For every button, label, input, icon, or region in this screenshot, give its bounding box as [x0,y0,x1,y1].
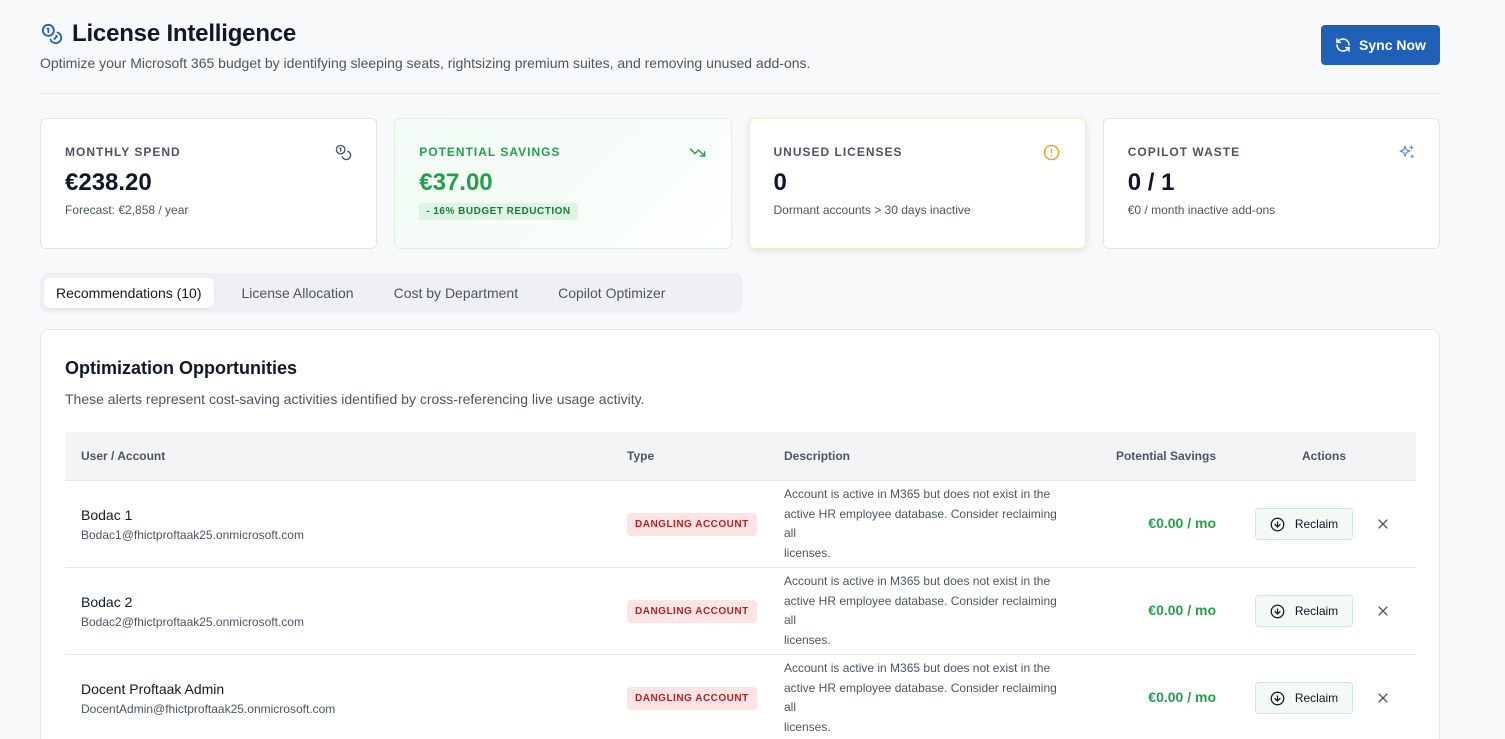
savings-cell: €0.00 / mo [1072,515,1232,533]
description-cell: Account is active in M365 but does not e… [768,572,1072,650]
description-line: active HR employee database. Consider re… [784,506,1057,541]
column-header-user: User / Account [81,449,166,463]
arrow-down-circle-icon [1270,604,1285,619]
kpi-subtext: Dormant accounts > 30 days inactive [773,203,971,217]
arrow-down-circle-icon [1270,517,1285,532]
user-email: Bodac2@fhictproftaak25.onmicrosoft.com [81,614,304,629]
table-row: Bodac 2 Bodac2@fhictproftaak25.onmicroso… [65,568,1416,655]
description-line: active HR employee database. Consider re… [784,680,1057,715]
budget-reduction-badge: - 16% BUDGET REDUCTION [419,203,578,220]
table-header: User / Account Type Description Potentia… [65,432,1416,481]
user-cell: Docent Proftaak Admin DocentAdmin@fhictp… [65,681,611,716]
tab-bar: Recommendations (10) License Allocation … [40,273,743,313]
user-name: Bodac 1 [81,506,133,523]
kpi-value: 0 / 1 [1127,169,1175,196]
table-row: Docent Proftaak Admin DocentAdmin@fhictp… [65,655,1416,739]
user-cell: Bodac 2 Bodac2@fhictproftaak25.onmicroso… [65,594,611,629]
page-title: License Intelligence [72,20,297,47]
description-line: licenses. [784,632,831,647]
license-intelligence-page: License Intelligence Optimize your Micro… [40,0,1440,739]
refresh-icon [1335,37,1351,53]
description-line: Account is active in M365 but does not e… [784,661,1051,675]
type-badge: DANGLING ACCOUNT [627,512,757,536]
type-badge: DANGLING ACCOUNT [627,686,757,710]
title-row: License Intelligence [40,20,296,48]
kpi-cards: MONTHLY SPEND €238.20 Forecast: €2,858 /… [40,118,1440,249]
reclaim-button[interactable]: Reclaim [1255,595,1353,627]
savings-cell: €0.00 / mo [1072,602,1232,620]
user-email: Bodac1@fhictproftaak25.onmicrosoft.com [81,527,304,542]
description-cell: Account is active in M365 but does not e… [768,659,1072,737]
column-header-type: Type [627,449,655,463]
tab-cost-by-department[interactable]: Cost by Department [382,278,531,308]
reclaim-button[interactable]: Reclaim [1255,508,1353,540]
savings-cell: €0.00 / mo [1072,689,1232,707]
column-header-savings: Potential Savings [1115,449,1216,463]
actions-cell: Reclaim [1232,682,1416,714]
reclaim-button[interactable]: Reclaim [1255,682,1353,714]
close-icon[interactable] [1373,601,1393,621]
reclaim-label: Reclaim [1294,517,1339,531]
kpi-subtext: Forecast: €2,858 / year [65,203,189,217]
reclaim-label: Reclaim [1294,691,1339,705]
user-email: DocentAdmin@fhictproftaak25.onmicrosoft.… [81,701,336,716]
page-subtitle: Optimize your Microsoft 365 budget by id… [40,55,811,71]
kpi-unused-licenses: UNUSED LICENSES 0 Dormant accounts > 30 … [748,118,1086,249]
kpi-potential-savings: POTENTIAL SAVINGS €37.00 - 16% BUDGET RE… [394,118,732,249]
savings-value: €0.00 / mo [1148,602,1216,618]
coins-icon [334,143,352,161]
actions-cell: Reclaim [1232,508,1416,540]
user-name: Bodac 2 [81,593,133,610]
actions-cell: Reclaim [1232,595,1416,627]
description-line: Account is active in M365 but does not e… [784,487,1051,501]
arrow-down-circle-icon [1270,691,1285,706]
user-name: Docent Proftaak Admin [81,680,225,697]
kpi-label: MONTHLY SPEND [65,145,181,159]
description-line: Account is active in M365 but does not e… [784,574,1051,588]
tab-recommendations[interactable]: Recommendations (10) [44,278,214,308]
column-header-actions: Actions [1301,449,1346,463]
kpi-subtext: €0 / month inactive add-ons [1127,203,1276,217]
kpi-label: COPILOT WASTE [1127,145,1241,159]
sync-now-button[interactable]: Sync Now [1321,25,1440,65]
recommendations-table: User / Account Type Description Potentia… [65,432,1416,739]
tab-license-allocation[interactable]: License Allocation [230,278,366,308]
reclaim-label: Reclaim [1294,604,1339,618]
kpi-value: €238.20 [65,169,152,196]
kpi-copilot-waste: COPILOT WASTE 0 / 1 €0 / month inactive … [1102,118,1440,249]
close-icon[interactable] [1373,514,1393,534]
description-line: active HR employee database. Consider re… [784,593,1057,628]
savings-value: €0.00 / mo [1148,689,1216,705]
type-cell: DANGLING ACCOUNT [611,512,768,536]
kpi-label: POTENTIAL SAVINGS [419,145,561,159]
description-line: licenses. [784,545,831,560]
kpi-label: UNUSED LICENSES [773,145,903,159]
type-cell: DANGLING ACCOUNT [611,686,768,710]
sparkles-icon [1397,143,1415,161]
table-row: Bodac 1 Bodac1@fhictproftaak25.onmicroso… [65,481,1416,568]
page-header: License Intelligence Optimize your Micro… [40,18,1440,94]
description-cell: Account is active in M365 but does not e… [768,485,1072,563]
panel-title: Optimization Opportunities [65,358,297,378]
alert-circle-icon [1043,143,1061,161]
panel-description: These alerts represent cost-saving activ… [65,391,645,407]
optimization-panel: Optimization Opportunities These alerts … [40,329,1440,739]
type-badge: DANGLING ACCOUNT [627,599,757,623]
description-line: licenses. [784,719,831,734]
type-cell: DANGLING ACCOUNT [611,599,768,623]
coins-icon [40,22,64,46]
user-cell: Bodac 1 Bodac1@fhictproftaak25.onmicroso… [65,507,611,542]
kpi-monthly-spend: MONTHLY SPEND €238.20 Forecast: €2,858 /… [40,118,378,249]
sync-now-label: Sync Now [1359,37,1426,53]
kpi-value: 0 [773,169,787,196]
savings-value: €0.00 / mo [1148,515,1216,531]
tab-copilot-optimizer[interactable]: Copilot Optimizer [546,278,677,308]
kpi-value: €37.00 [419,169,493,196]
close-icon[interactable] [1373,688,1393,708]
trending-down-icon [689,143,707,161]
column-header-description: Description [784,449,851,463]
